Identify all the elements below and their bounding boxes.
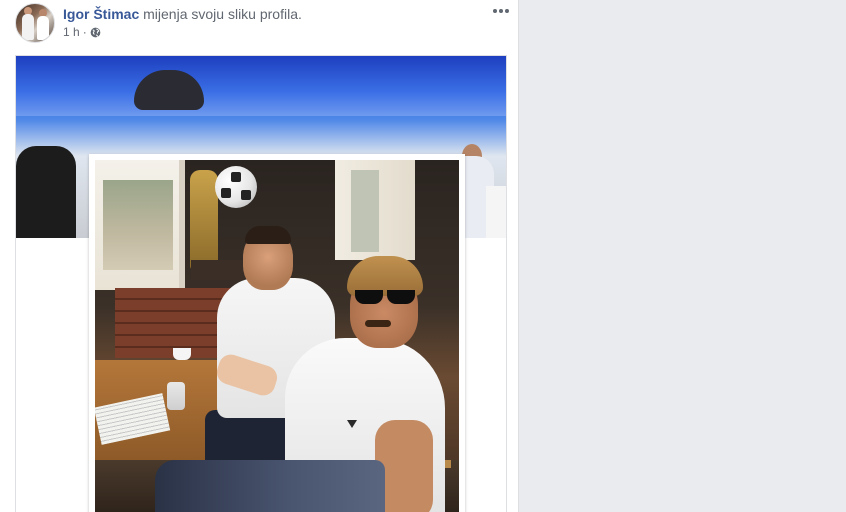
photo-man-left [245,226,291,244]
photo-trophy-base [191,260,251,280]
ball-patch [231,172,241,182]
ball-patch [241,190,251,200]
photo-trophy [190,170,218,270]
photo-window-glass [103,180,173,270]
globe-icon[interactable] [90,27,101,38]
photo-mustache [365,320,391,327]
avatar-figure [22,14,34,40]
photo-football [215,166,257,208]
more-options-icon [493,9,497,13]
meta-separator: · [82,25,87,39]
post-action-text: mijenja svoju sliku profila. [143,6,302,22]
author-avatar[interactable] [15,3,55,43]
more-options-icon [499,9,503,13]
photo-man-right [155,460,385,512]
post-header: Igor Štimac mijenja svoju sliku profila. [63,5,302,23]
avatar-figure [37,16,49,40]
ball-patch [221,188,231,198]
post-meta: 1 h · [63,25,101,39]
photo-bottle [167,382,185,410]
photo-door-glass [351,170,379,252]
profile-picture-frame[interactable] [89,154,465,512]
photo-coffee-cup [173,348,191,360]
cover-tent-canopy [16,56,506,116]
cover-person [486,186,506,238]
cover-person [16,146,76,238]
author-name-link[interactable]: Igor Štimac [63,6,139,22]
profile-picture [95,160,459,512]
more-options-button[interactable] [490,4,512,18]
feed-post-card: Igor Štimac mijenja svoju sliku profila.… [0,0,519,512]
photo-sunglasses [355,290,415,304]
profile-update-preview[interactable] [15,55,507,512]
post-timestamp[interactable]: 1 h [63,25,80,39]
more-options-icon [505,9,509,13]
